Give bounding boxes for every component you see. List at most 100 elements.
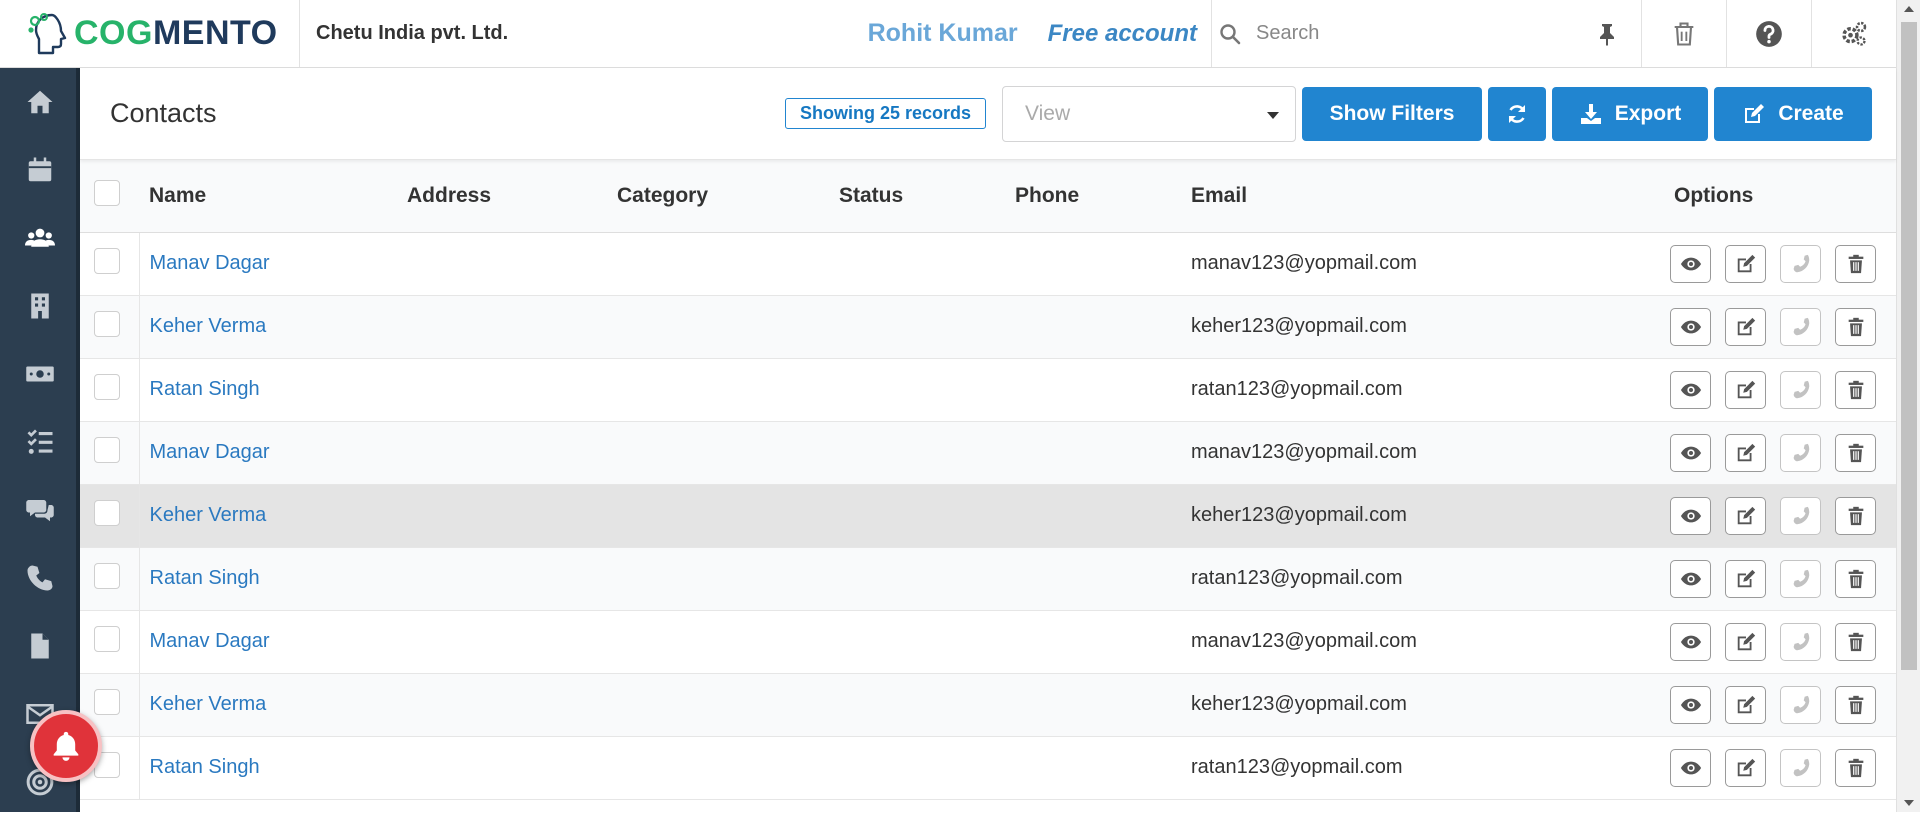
account-type[interactable]: Free account xyxy=(1048,20,1197,48)
delete-button[interactable] xyxy=(1835,307,1876,346)
scroll-up-arrow[interactable] xyxy=(1904,6,1914,12)
row-checkbox[interactable] xyxy=(94,310,120,337)
row-checkbox[interactable] xyxy=(94,688,120,715)
scrollbar-thumb[interactable] xyxy=(1901,22,1917,670)
view-button[interactable] xyxy=(1670,559,1711,598)
table-row[interactable]: Manav Dagar manav123@yopmail.com xyxy=(80,610,1896,674)
show-filters-button[interactable]: Show Filters xyxy=(1302,86,1482,141)
edit-button[interactable] xyxy=(1725,370,1766,409)
table-row[interactable]: Keher Verma keher123@yopmail.com xyxy=(80,295,1896,359)
delete-button[interactable] xyxy=(1835,622,1876,661)
call-icon xyxy=(1793,758,1809,776)
table-row[interactable]: Keher Verma keher123@yopmail.com xyxy=(80,673,1896,737)
view-button[interactable] xyxy=(1670,496,1711,535)
view-button[interactable] xyxy=(1670,244,1711,283)
delete-button[interactable] xyxy=(1835,370,1876,409)
status-cell xyxy=(839,358,1015,422)
row-checkbox[interactable] xyxy=(94,625,120,652)
sidebar-item-tasks[interactable] xyxy=(0,408,80,476)
sidebar-item-companies[interactable] xyxy=(0,272,80,340)
view-icon xyxy=(1680,383,1701,396)
select-all-checkbox[interactable] xyxy=(94,179,120,206)
call-button[interactable] xyxy=(1780,685,1821,724)
row-checkbox[interactable] xyxy=(94,499,120,526)
delete-button[interactable] xyxy=(1835,685,1876,724)
app-logo[interactable]: COGMENTO xyxy=(0,0,300,67)
call-button[interactable] xyxy=(1780,370,1821,409)
view-button[interactable] xyxy=(1670,370,1711,409)
edit-button[interactable] xyxy=(1725,748,1766,787)
sidebar-item-cases[interactable] xyxy=(0,476,80,544)
column-header-status[interactable]: Status xyxy=(839,160,1015,233)
sidebar-item-calendar[interactable] xyxy=(0,136,80,204)
call-button[interactable] xyxy=(1780,307,1821,346)
column-header-name[interactable]: Name xyxy=(139,160,407,233)
edit-button[interactable] xyxy=(1725,244,1766,283)
delete-button[interactable] xyxy=(1835,433,1876,472)
email-cell: manav123@yopmail.com xyxy=(1191,232,1658,296)
contact-name-link[interactable]: Manav Dagar xyxy=(150,441,270,463)
row-checkbox[interactable] xyxy=(94,247,120,274)
sidebar-item-documents[interactable] xyxy=(0,612,80,680)
sidebar-item-home[interactable] xyxy=(0,68,80,136)
view-dropdown[interactable]: View xyxy=(1002,85,1296,142)
search-input[interactable] xyxy=(1256,22,1556,45)
row-checkbox[interactable] xyxy=(94,436,120,463)
edit-button[interactable] xyxy=(1725,307,1766,346)
contact-name-link[interactable]: Ratan Singh xyxy=(150,378,260,400)
help-button[interactable] xyxy=(1726,0,1811,67)
contact-name-link[interactable]: Keher Verma xyxy=(150,693,267,715)
user-name[interactable]: Rohit Kumar xyxy=(868,19,1018,48)
column-header-address[interactable]: Address xyxy=(407,160,617,233)
call-button[interactable] xyxy=(1780,622,1821,661)
edit-button[interactable] xyxy=(1725,496,1766,535)
sidebar-item-contacts[interactable] xyxy=(0,204,80,272)
edit-button[interactable] xyxy=(1725,559,1766,598)
refresh-button[interactable] xyxy=(1488,86,1546,141)
call-button[interactable] xyxy=(1780,496,1821,535)
contact-name-link[interactable]: Keher Verma xyxy=(150,315,267,337)
contact-name-link[interactable]: Ratan Singh xyxy=(150,567,260,589)
row-checkbox[interactable] xyxy=(94,562,120,589)
view-button[interactable] xyxy=(1670,622,1711,661)
settings-button[interactable] xyxy=(1811,0,1896,67)
delete-button[interactable] xyxy=(1835,559,1876,598)
column-header-email[interactable]: Email xyxy=(1191,160,1658,233)
view-button[interactable] xyxy=(1670,685,1711,724)
edit-button[interactable] xyxy=(1725,622,1766,661)
contact-name-link[interactable]: Ratan Singh xyxy=(150,756,260,778)
call-button[interactable] xyxy=(1780,559,1821,598)
table-row[interactable]: Ratan Singh ratan123@yopmail.com xyxy=(80,358,1896,422)
view-button[interactable] xyxy=(1670,433,1711,472)
delete-button[interactable] xyxy=(1835,244,1876,283)
export-button[interactable]: Export xyxy=(1552,86,1708,141)
edit-button[interactable] xyxy=(1725,433,1766,472)
table-row[interactable]: Ratan Singh ratan123@yopmail.com xyxy=(80,736,1896,800)
column-header-phone[interactable]: Phone xyxy=(1015,160,1191,233)
trash-button[interactable] xyxy=(1641,0,1726,67)
view-button[interactable] xyxy=(1670,748,1711,787)
call-button[interactable] xyxy=(1780,433,1821,472)
create-button[interactable]: Create xyxy=(1714,86,1872,141)
call-button[interactable] xyxy=(1780,748,1821,787)
table-row[interactable]: Manav Dagar manav123@yopmail.com xyxy=(80,232,1896,296)
table-row[interactable]: Keher Verma keher123@yopmail.com xyxy=(80,484,1896,548)
view-button[interactable] xyxy=(1670,307,1711,346)
sidebar-item-calls[interactable] xyxy=(0,544,80,612)
call-button[interactable] xyxy=(1780,244,1821,283)
notification-button[interactable] xyxy=(30,710,102,782)
pin-icon[interactable] xyxy=(1595,22,1619,46)
sidebar-item-deals[interactable] xyxy=(0,340,80,408)
delete-button[interactable] xyxy=(1835,748,1876,787)
delete-button[interactable] xyxy=(1835,496,1876,535)
table-row[interactable]: Manav Dagar manav123@yopmail.com xyxy=(80,421,1896,485)
page-scrollbar[interactable] xyxy=(1896,0,1920,812)
row-checkbox[interactable] xyxy=(94,373,120,400)
contact-name-link[interactable]: Keher Verma xyxy=(150,504,267,526)
edit-button[interactable] xyxy=(1725,685,1766,724)
column-header-category[interactable]: Category xyxy=(617,160,839,233)
contact-name-link[interactable]: Manav Dagar xyxy=(150,630,270,652)
table-row[interactable]: Ratan Singh ratan123@yopmail.com xyxy=(80,547,1896,611)
scroll-down-arrow[interactable] xyxy=(1904,800,1914,806)
contact-name-link[interactable]: Manav Dagar xyxy=(150,252,270,274)
